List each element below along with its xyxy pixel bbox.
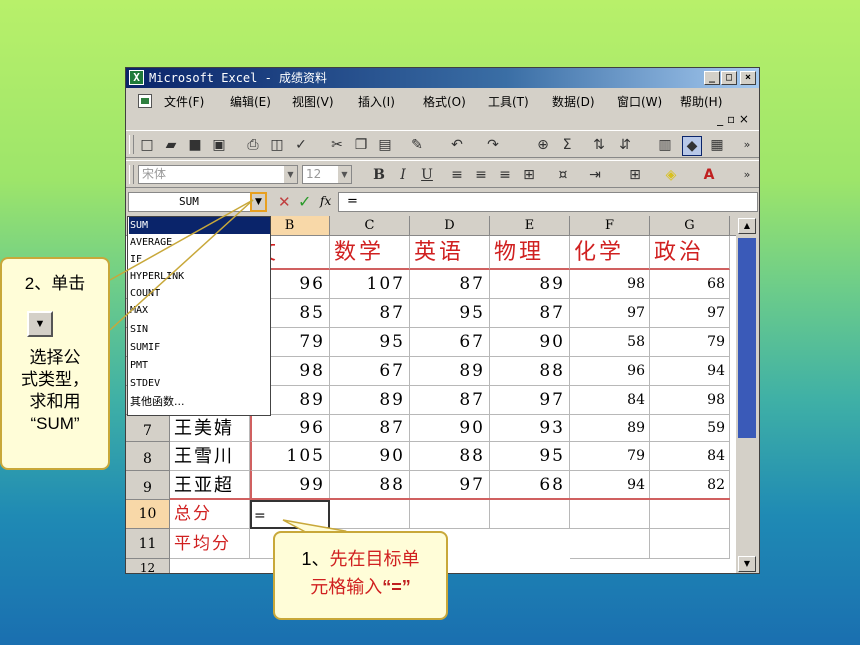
callout-step-1-text: 1、先在目标单 元格输入“=” (275, 545, 446, 601)
callout-step-1-red-2: 元格输入 (310, 577, 383, 597)
callout-step-1-red-1: 先在目标单 (329, 549, 420, 569)
callout-click-dropdown: 2、单击 ▼ 选择公 式类型， 求和用 “SUM” (0, 257, 110, 470)
callout-line: 式类型， (21, 370, 89, 389)
callout-step-2-title: 2、单击 (24, 274, 86, 293)
callout-step-1-quote: “=” (382, 577, 411, 597)
callout-enter-equals: 1、先在目标单 元格输入“=” (273, 531, 448, 620)
callout-step-1-prefix: 1、 (301, 549, 330, 569)
dropdown-button-illustration-icon: ▼ (27, 311, 53, 337)
callout-line: “SUM” (30, 414, 80, 433)
callout-step-2-body: 选择公 式类型， 求和用 “SUM” (2, 347, 108, 435)
callout-line: 选择公 (29, 348, 81, 367)
callout-line: 求和用 (29, 392, 81, 411)
